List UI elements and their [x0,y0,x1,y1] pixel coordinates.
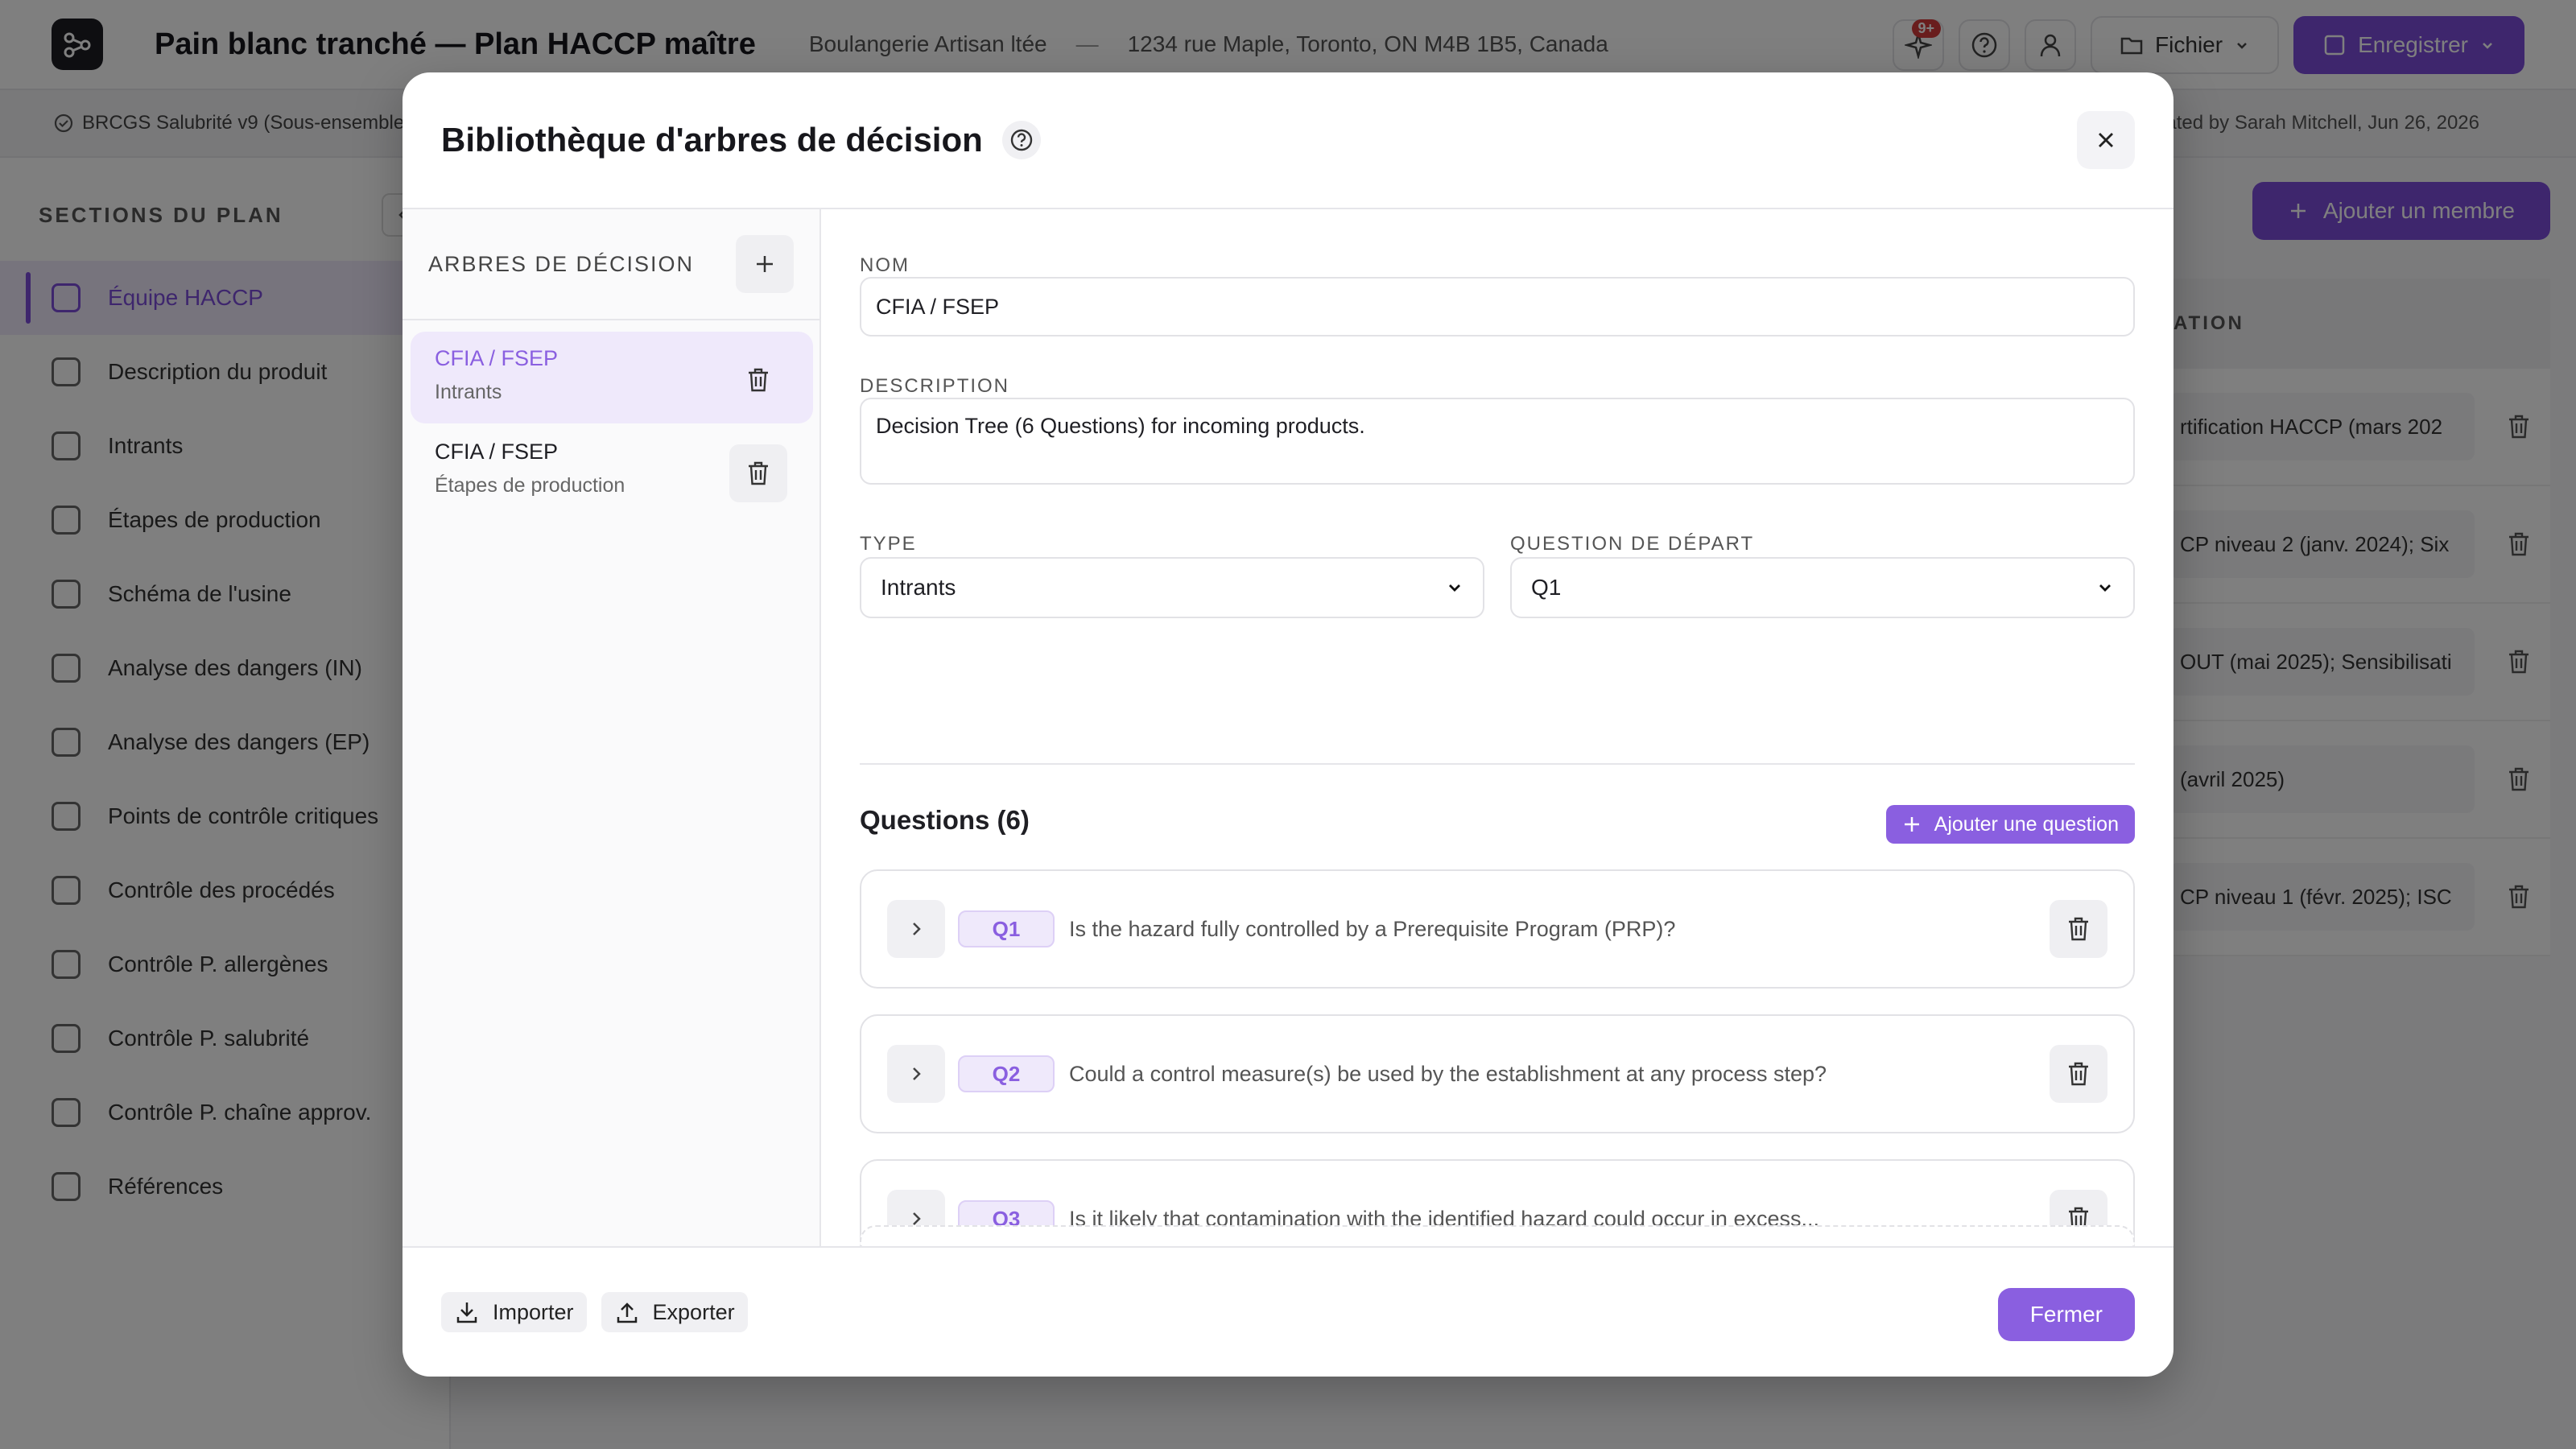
description-textarea[interactable]: Decision Tree (6 Questions) for incoming… [860,398,2135,485]
question-card: Q1 Is the hazard fully controlled by a P… [860,869,2135,989]
type-select-value: Intrants [881,575,956,600]
delete-tree-button[interactable] [729,444,787,502]
export-label: Exporter [652,1299,735,1324]
decision-tree-library-modal: Bibliothèque d'arbres de décision ARBRES… [402,72,2174,1377]
add-question-label: Ajouter une question [1934,812,2119,836]
tree-list-item[interactable]: CFIA / FSEP Intrants [411,332,813,423]
section-divider [860,763,2135,765]
trash-icon [2069,1062,2088,1086]
delete-question-button[interactable] [2050,900,2107,958]
start-question-select[interactable]: Q1 [1510,557,2135,618]
decision-tree-list: ARBRES DE DÉCISION CFIA / FSEP Intrants … [402,209,821,1246]
import-label: Importer [493,1299,574,1324]
name-label: NOM [860,254,910,276]
help-circle-icon [1010,129,1032,151]
type-label: TYPE [860,533,917,555]
name-input[interactable]: CFIA / FSEP [860,277,2135,336]
tree-list-title: ARBRES DE DÉCISION [428,251,695,276]
description-label: DESCRIPTION [860,375,1010,397]
chevron-right-icon [913,1067,921,1080]
upload-icon [617,1302,637,1323]
trash-icon [749,368,768,392]
modal-header: Bibliothèque d'arbres de décision [402,72,2174,209]
modal-body: ARBRES DE DÉCISION CFIA / FSEP Intrants … [402,209,2174,1246]
chevron-right-icon [913,923,921,935]
start-question-label: QUESTION DE DÉPART [1510,533,1755,555]
modal-footer: Importer Exporter Fermer [402,1246,2174,1377]
question-text: Is the hazard fully controlled by a Prer… [1069,916,1676,941]
type-select[interactable]: Intrants [860,557,1484,618]
expand-question-button[interactable] [887,900,945,958]
questions-title: Questions (6) [860,805,1030,835]
start-question-value: Q1 [1531,575,1562,600]
close-button[interactable]: Fermer [1997,1288,2135,1341]
trash-icon [749,461,768,485]
download-icon [456,1302,477,1323]
plus-icon [757,256,773,272]
add-tree-button[interactable] [736,235,794,293]
expand-question-button[interactable] [887,1045,945,1103]
question-text: Could a control measure(s) be used by th… [1069,1061,1827,1086]
question-card: Q2 Could a control measure(s) be used by… [860,1014,2135,1133]
tree-detail-panel: NOM CFIA / FSEP DESCRIPTION Decision Tre… [821,209,2174,1246]
chevron-down-icon [2099,584,2111,592]
tree-list-item[interactable]: CFIA / FSEP Étapes de production [411,425,813,517]
add-question-button[interactable]: Ajouter une question [1885,805,2135,844]
delete-tree-button[interactable] [729,351,787,409]
chevron-down-icon [1449,584,1460,592]
plus-icon [1904,817,1919,832]
help-button[interactable] [1001,121,1041,159]
trash-icon [2069,917,2088,941]
modal-title: Bibliothèque d'arbres de décision [441,121,983,159]
question-code-badge: Q1 [958,910,1055,947]
export-button[interactable]: Exporter [601,1292,748,1332]
question-code-badge: Q2 [958,1055,1055,1092]
question-card-partial [860,1225,2135,1246]
close-icon [2099,133,2113,147]
delete-question-button[interactable] [2050,1045,2107,1103]
import-button[interactable]: Importer [441,1292,587,1332]
close-modal-button[interactable] [2077,111,2135,169]
